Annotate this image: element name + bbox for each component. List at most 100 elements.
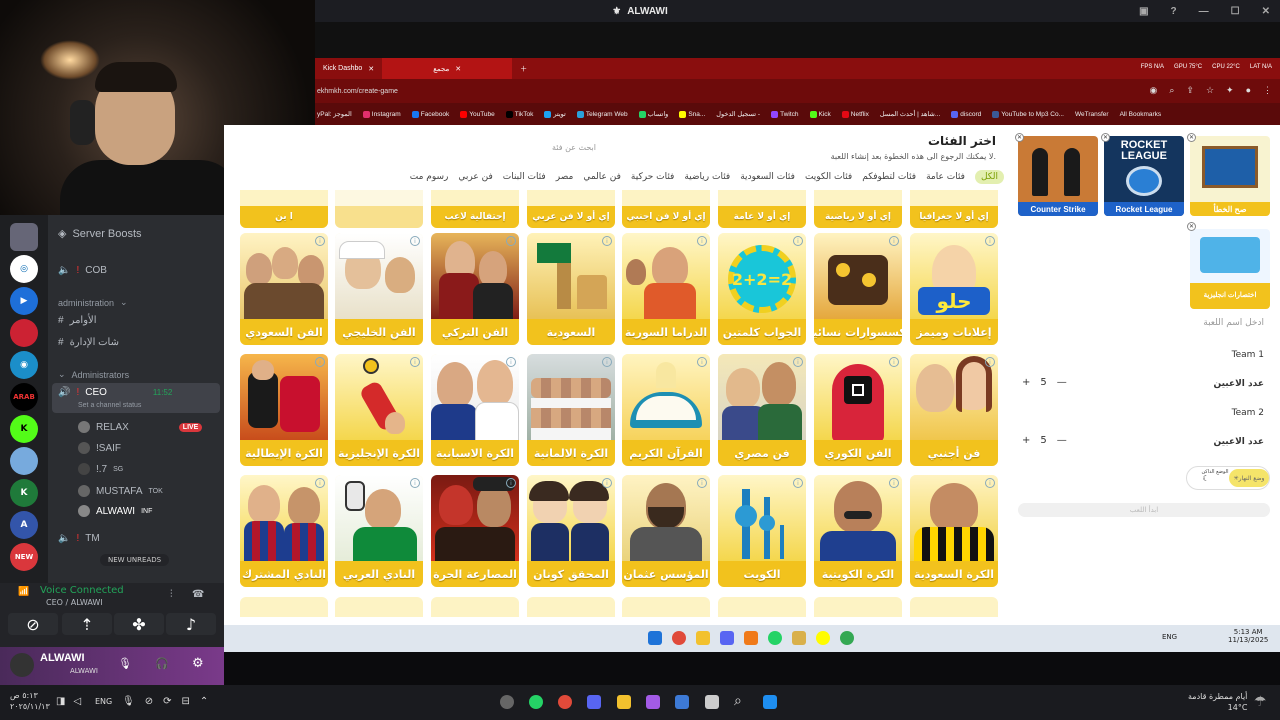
voice-channel-label[interactable]: CEO / ALWAWI <box>46 598 103 607</box>
server-icon[interactable]: ▶ <box>10 287 38 315</box>
tray-icons[interactable]: 🎙⊘⟳⊟⌃ <box>122 696 218 707</box>
activities-button[interactable]: ✤ <box>114 613 164 635</box>
category-card[interactable] <box>814 597 902 617</box>
server-icon[interactable]: K <box>10 479 38 507</box>
category-card[interactable]: i الكرة الاسبانية <box>431 354 519 466</box>
category-administration[interactable]: administration ⌄ <box>58 297 128 308</box>
category-card[interactable] <box>335 190 423 228</box>
bookmark[interactable]: تويتر <box>544 110 566 118</box>
kick-server-icon[interactable]: K <box>10 415 38 443</box>
filter-chip[interactable]: فئات لتطوفكم <box>862 172 916 182</box>
category-card[interactable]: 2+2=2 i الجواب كلمتين <box>718 233 806 345</box>
category-card[interactable]: إي أو لا فن عربي <box>527 190 615 228</box>
day-mode-option[interactable]: ✳ وضع النهار <box>1229 469 1269 487</box>
bookmark[interactable]: TikTok <box>505 110 533 118</box>
plus-icon[interactable]: + <box>1022 435 1030 446</box>
menu-icon[interactable]: ⋮ <box>1263 85 1272 96</box>
category-card[interactable] <box>335 597 423 617</box>
store-icon[interactable] <box>675 695 689 709</box>
language-indicator[interactable]: ENG <box>95 697 112 706</box>
voice-user-alwawi[interactable]: ALWAWI INF <box>78 505 152 517</box>
weather-widget[interactable]: أيام ممطرة قادمة 14°C <box>1188 691 1247 713</box>
filter-chip[interactable]: فئات الكويت <box>805 172 852 182</box>
filter-chip[interactable]: فئات السعودية <box>740 172 795 182</box>
close-tab-icon[interactable]: ✕ <box>368 65 374 73</box>
extension-icon[interactable]: ✦ <box>1226 85 1234 96</box>
info-icon[interactable]: i <box>793 236 803 246</box>
bookmark[interactable]: Netflix <box>841 110 869 118</box>
windows-start-icon[interactable] <box>648 631 662 645</box>
discord-icon[interactable] <box>587 695 601 709</box>
category-card[interactable]: i فن أجنبي <box>910 354 998 466</box>
eye-icon[interactable]: ◉ <box>1149 85 1157 96</box>
info-icon[interactable]: i <box>985 357 995 367</box>
theme-toggle[interactable]: ☾ الوضع الداكن ✳ وضع النهار <box>1186 466 1270 490</box>
info-icon[interactable]: i <box>889 357 899 367</box>
search-icon[interactable]: ⌕ <box>734 693 742 709</box>
new-tab-button[interactable]: ＋ <box>512 58 535 79</box>
info-icon[interactable]: i <box>697 357 707 367</box>
category-card[interactable] <box>910 597 998 617</box>
bookmark-all[interactable]: All Bookmarks <box>1120 111 1162 118</box>
app-icon[interactable] <box>705 695 719 709</box>
category-card[interactable]: إي أو لا فن اجنبي <box>622 190 710 228</box>
game-name-input[interactable]: ادخل اسم اللعبة <box>1203 318 1264 328</box>
filter-chip[interactable]: فئات رياضية <box>684 172 730 182</box>
category-card[interactable]: ا ين <box>240 190 328 228</box>
bookmark[interactable]: discord <box>951 110 981 118</box>
info-icon[interactable]: i <box>602 478 612 488</box>
minus-icon[interactable]: — <box>1057 435 1067 446</box>
zoom-icon[interactable]: ⌕ <box>1169 85 1174 96</box>
folder-icon[interactable] <box>696 631 710 645</box>
snapchat-icon[interactable] <box>816 631 830 645</box>
star-icon[interactable]: ☆ <box>1206 85 1214 96</box>
category-card[interactable]: i الفن الكوري <box>814 354 902 466</box>
category-card[interactable]: i السعودية <box>527 233 615 345</box>
category-card[interactable]: إحتفالية لاعب <box>431 190 519 228</box>
category-card[interactable]: i الدراما السورية <box>622 233 710 345</box>
help-icon[interactable]: ? <box>1171 6 1177 17</box>
info-icon[interactable]: i <box>315 236 325 246</box>
category-card[interactable]: إي أو لا جغرافيا <box>910 190 998 228</box>
category-card[interactable]: i المصارعة الحرة <box>431 475 519 587</box>
server-icon[interactable]: ◉ <box>10 351 38 379</box>
category-card[interactable] <box>240 597 328 617</box>
selected-category[interactable]: Counter Strike <box>1018 136 1098 216</box>
chrome-icon[interactable] <box>672 631 686 645</box>
remove-selected-icon[interactable]: ✕ <box>1187 133 1196 142</box>
whatsapp-icon[interactable] <box>768 631 782 645</box>
info-icon[interactable]: i <box>410 357 420 367</box>
filter-chip[interactable]: فن عربي <box>458 172 492 182</box>
chrome-icon[interactable] <box>840 631 854 645</box>
bookmark[interactable]: WeTransfer <box>1075 111 1109 118</box>
remove-selected-icon[interactable]: ✕ <box>1187 222 1196 231</box>
info-icon[interactable]: i <box>985 236 995 246</box>
folder-icon[interactable] <box>617 695 631 709</box>
info-icon[interactable]: i <box>793 357 803 367</box>
server-boosts[interactable]: ◈ Server Boosts <box>58 227 142 241</box>
filter-chip[interactable]: فئات حركية <box>631 172 674 182</box>
category-card[interactable]: i الفن السعودي <box>240 233 328 345</box>
channel-tm[interactable]: 🔈! TM <box>58 533 100 544</box>
bookmark[interactable]: YouTube to Mp3 Co... <box>992 110 1064 118</box>
user-avatar[interactable] <box>10 653 34 677</box>
bookmark[interactable]: Instagram <box>362 110 401 118</box>
app-icon[interactable] <box>744 631 758 645</box>
category-administrators[interactable]: ⌄ Administrators <box>58 369 129 380</box>
language-indicator[interactable]: ENG <box>1162 633 1177 641</box>
info-icon[interactable]: i <box>889 478 899 488</box>
channel-admin-chat[interactable]: # شات الإدارة <box>58 337 119 348</box>
team1-label[interactable]: Team 1 <box>1232 350 1264 360</box>
bmw-server-icon[interactable]: ◎ <box>10 255 38 283</box>
info-icon[interactable]: i <box>697 478 707 488</box>
settings-icon[interactable] <box>500 695 514 709</box>
info-icon[interactable]: i <box>889 236 899 246</box>
voice-user-relax[interactable]: RELAX LIVE <box>78 421 203 433</box>
selected-category[interactable]: صح الخطأ <box>1190 136 1270 216</box>
voice-settings-icon[interactable]: ⫶ <box>170 589 173 600</box>
category-card[interactable]: i النادي العربي <box>335 475 423 587</box>
gear-icon[interactable]: ⚙ <box>192 656 204 671</box>
address-bar[interactable]: ekhmkh.com/create-game ◉ ⌕ ⇪ ☆ ✦ ● ⋮ <box>315 79 1280 103</box>
info-icon[interactable]: i <box>793 478 803 488</box>
category-card[interactable]: i الفن التركي <box>431 233 519 345</box>
